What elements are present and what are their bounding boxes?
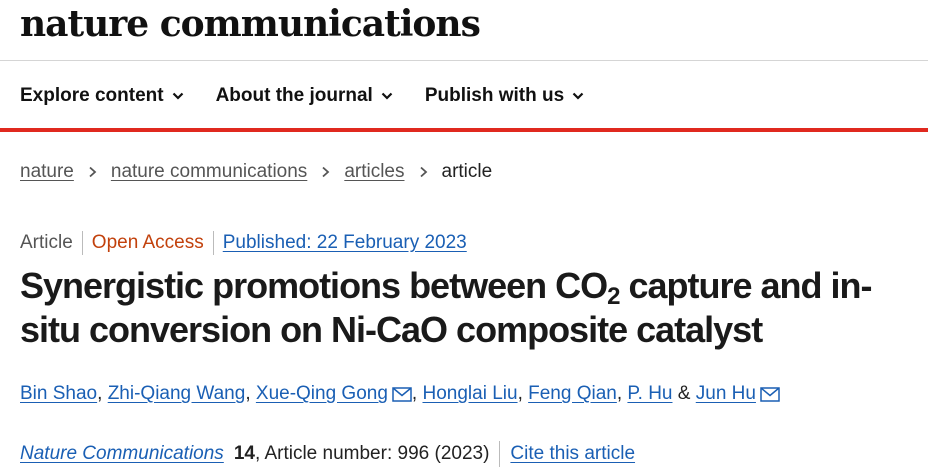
author-separator: , xyxy=(411,383,418,404)
author-separator: , xyxy=(245,383,251,404)
breadcrumb-current: article xyxy=(441,161,493,182)
main-nav: Explore content About the journal Publis… xyxy=(20,82,616,110)
journal-brand[interactable]: nature communications xyxy=(20,4,481,44)
author-separator: , xyxy=(97,383,103,404)
author-separator: , xyxy=(616,383,623,404)
author-link[interactable]: Honglai Liu xyxy=(422,383,517,405)
breadcrumb-nature-communications[interactable]: nature communications xyxy=(111,161,307,183)
chevron-down-icon xyxy=(572,92,584,100)
chevron-right-icon xyxy=(322,166,330,178)
header-divider xyxy=(0,60,928,61)
cite-divider xyxy=(499,441,501,467)
author-link[interactable]: P. Hu xyxy=(627,383,672,405)
chevron-down-icon xyxy=(381,92,393,100)
nav-item-label: Publish with us xyxy=(424,85,565,106)
chevron-right-icon xyxy=(419,166,427,178)
author-link[interactable]: Xue-Qing Gong xyxy=(256,383,388,405)
mail-icon[interactable] xyxy=(392,386,412,402)
nav-item-label: Explore content xyxy=(20,85,164,106)
mail-icon[interactable] xyxy=(760,386,780,402)
article-meta: Article Open Access Published: 22 Februa… xyxy=(20,231,467,255)
meta-divider xyxy=(81,231,83,255)
nav-about-journal[interactable]: About the journal xyxy=(216,85,393,107)
author-list: Bin Shao, Zhi-Qiang Wang, Xue-Qing Gong … xyxy=(20,383,780,405)
article-type: Article xyxy=(20,232,73,253)
author-link[interactable]: Bin Shao xyxy=(20,383,97,405)
journal-link[interactable]: Nature Communications xyxy=(20,443,224,465)
meta-divider xyxy=(212,231,214,255)
nav-explore-content[interactable]: Explore content xyxy=(20,85,184,107)
citation-line: Nature Communications 14 , Article numbe… xyxy=(20,441,635,467)
nav-publish-with-us[interactable]: Publish with us xyxy=(425,85,584,107)
volume-number: 14 xyxy=(233,443,255,464)
published-date-link[interactable]: Published: 22 February 2023 xyxy=(223,232,467,254)
article-title: Synergistic promotions between CO2 captu… xyxy=(20,264,920,352)
open-access-badge: Open Access xyxy=(91,232,204,253)
breadcrumb-nature[interactable]: nature xyxy=(20,161,74,183)
breadcrumb-articles[interactable]: articles xyxy=(344,161,404,183)
author-link[interactable]: Feng Qian xyxy=(528,383,617,405)
breadcrumb: nature nature communications articles ar… xyxy=(20,161,492,183)
chevron-right-icon xyxy=(89,166,97,178)
accent-bar xyxy=(0,128,928,132)
author-separator: , xyxy=(517,383,523,404)
author-link[interactable]: Jun Hu xyxy=(696,383,756,405)
chevron-down-icon xyxy=(172,92,183,100)
nav-item-label: About the journal xyxy=(215,85,373,106)
author-link[interactable]: Zhi-Qiang Wang xyxy=(108,383,246,405)
title-text-part1: Synergistic promotions between CO xyxy=(20,265,608,306)
cite-this-article-link[interactable]: Cite this article xyxy=(510,443,635,465)
article-number: , Article number: 996 (2023) xyxy=(254,443,490,464)
title-subscript: 2 xyxy=(607,283,620,310)
author-separator-amp: & xyxy=(677,383,691,404)
